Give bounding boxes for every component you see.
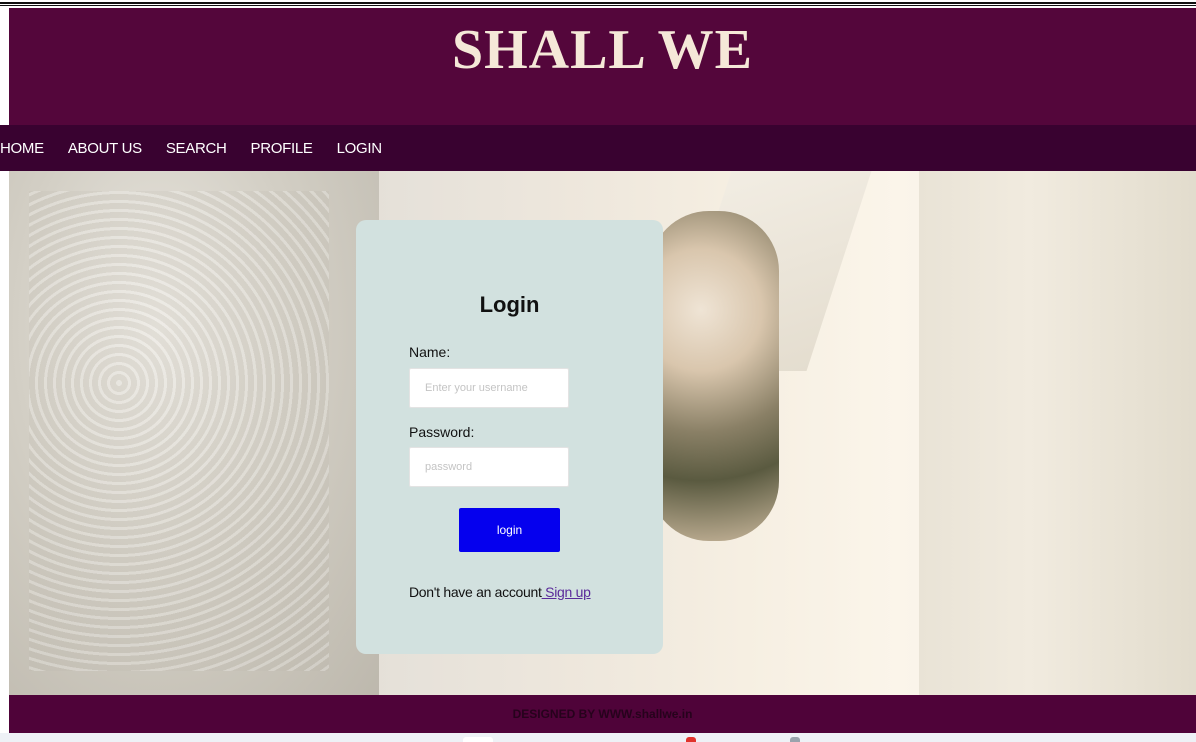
bride-dress-image [9,171,379,695]
signup-prompt: Don't have an account [409,584,542,600]
taskbar-item [463,737,493,742]
signup-link[interactable]: Sign up [542,584,591,600]
nav-item-profile[interactable]: PROFILE [251,140,313,157]
password-input[interactable] [409,447,569,487]
footer-credit: DESIGNED BY WWW.shallwe.in [512,707,693,721]
taskbar-icon [686,737,696,742]
taskbar-icon [790,737,800,742]
login-heading: Login [479,292,540,317]
login-card: Login Name: Password: login Don't have a… [356,220,663,654]
groom-suit-image [919,171,1196,695]
nav-item-about-us[interactable]: ABOUT US [68,140,142,157]
site-footer: DESIGNED BY WWW.shallwe.in [9,695,1196,733]
site-title: SHALL WE [451,19,754,81]
login-button[interactable]: login [459,508,560,552]
signup-row: Don't have an account Sign up [409,584,591,600]
password-label: Password: [409,424,475,440]
bouquet-image [649,211,779,541]
name-label: Name: [409,344,451,360]
top-border [0,0,1196,8]
main-nav: HOME ABOUT US SEARCH PROFILE LOGIN [0,125,1196,171]
nav-item-search[interactable]: SEARCH [166,140,227,157]
nav-item-home[interactable]: HOME [0,140,44,157]
nav-item-login[interactable]: LOGIN [337,140,382,157]
lace-texture [29,191,329,671]
browser-bottom-strip [0,733,1196,742]
username-input[interactable] [409,368,569,408]
site-header: SHALL WE [9,8,1196,125]
